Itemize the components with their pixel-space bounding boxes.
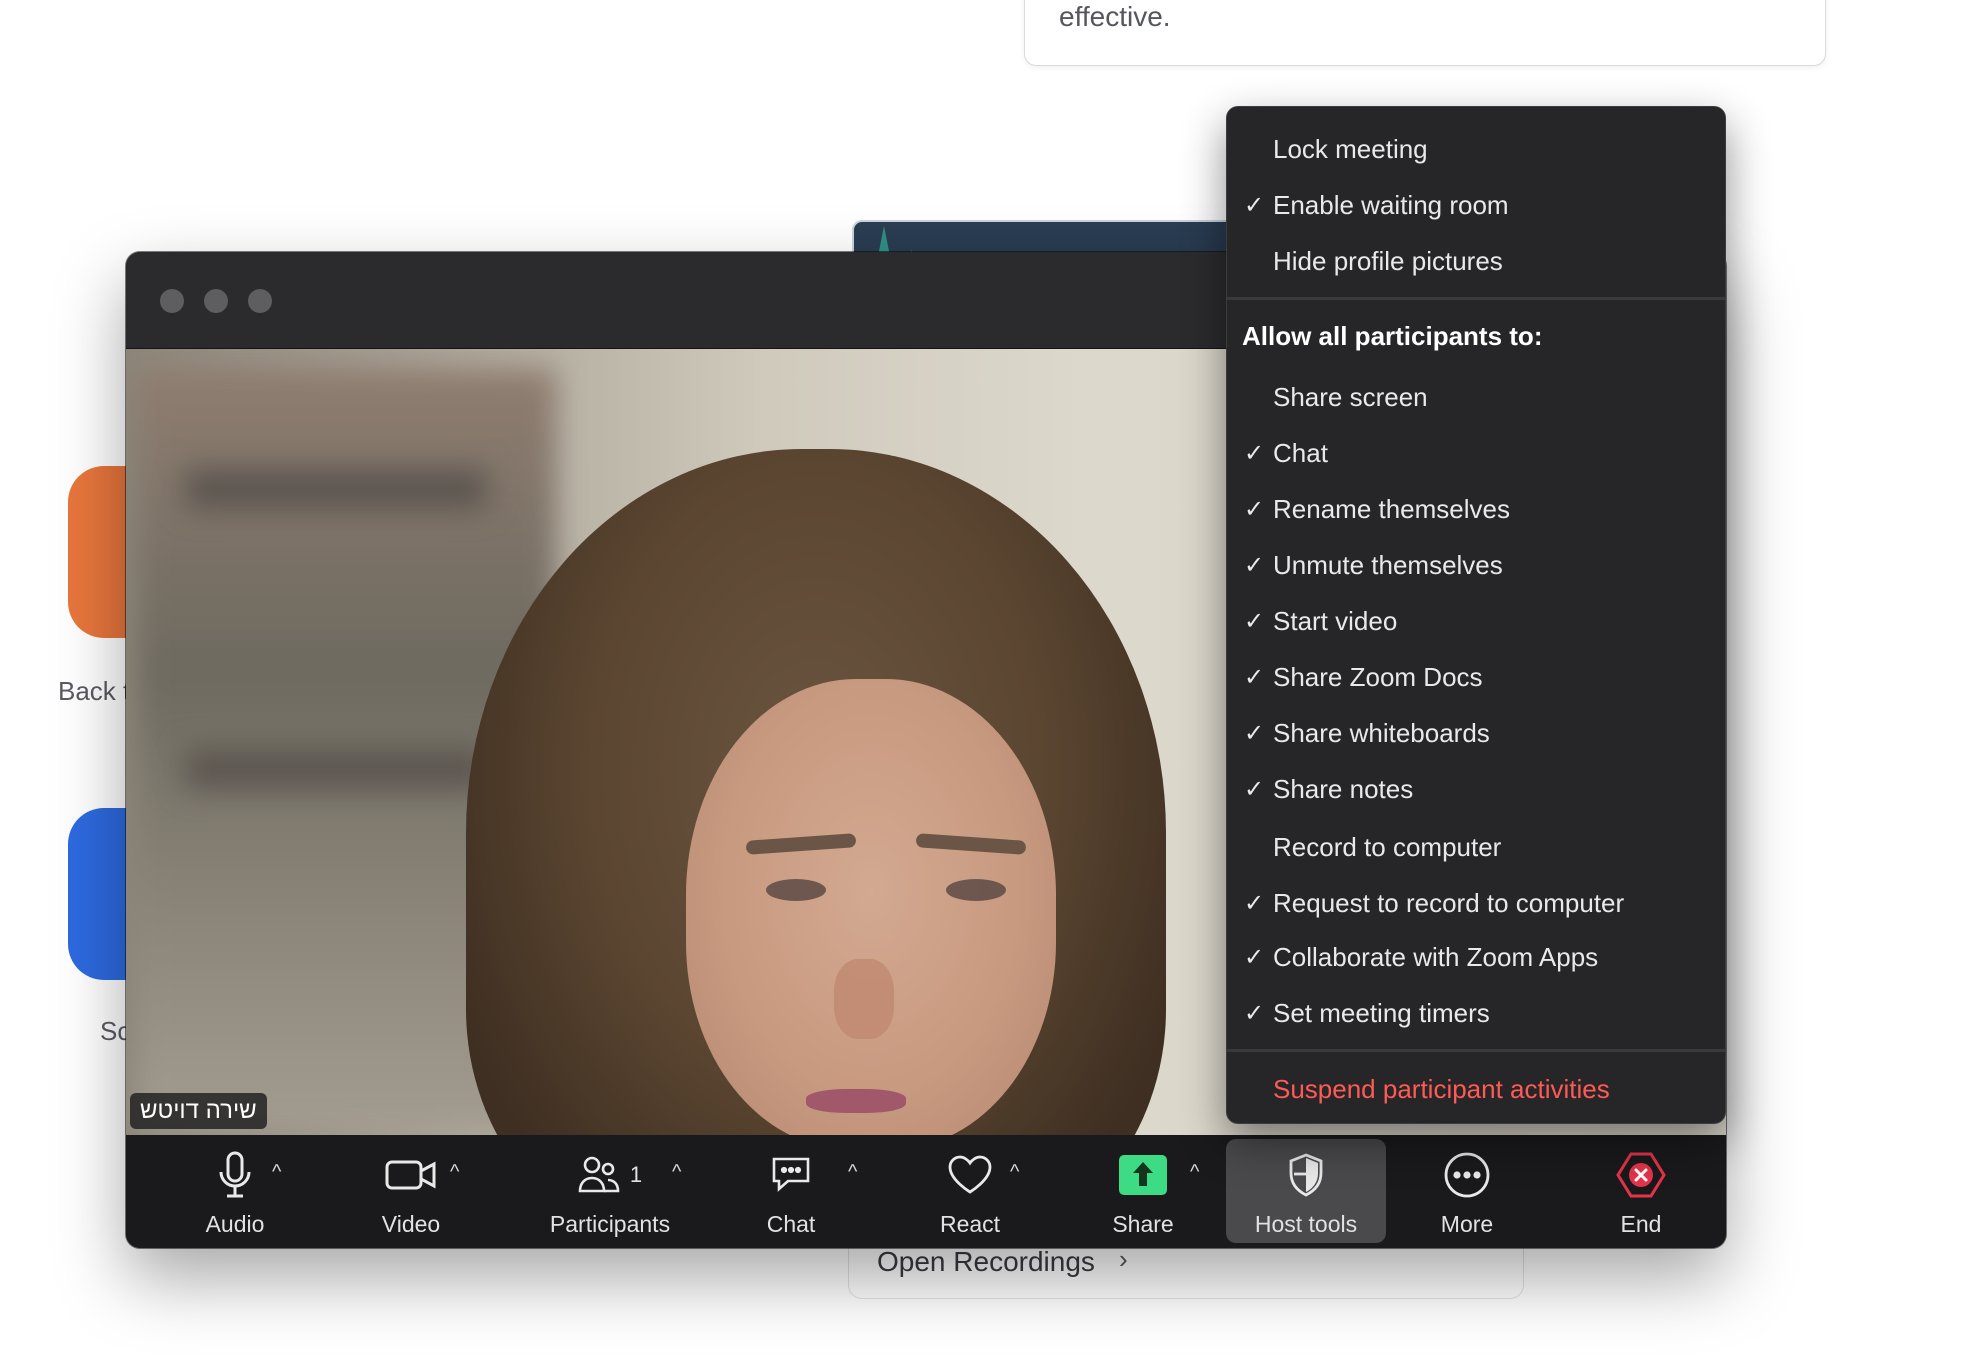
- menu-item-record-to-computer[interactable]: Record to computer: [1227, 821, 1725, 873]
- checkmark-icon: ✓: [1243, 889, 1265, 917]
- video-button[interactable]: Video: [356, 1139, 466, 1243]
- background-card: effective.: [1024, 0, 1826, 66]
- camera-icon: [385, 1160, 436, 1190]
- menu-separator: [1227, 297, 1725, 300]
- react-label: React: [939, 1211, 1001, 1237]
- chevron-right-icon: ›: [1119, 1244, 1128, 1274]
- background-tile-label: Back t: [58, 676, 131, 706]
- menu-item-hide-profile-pictures[interactable]: Hide profile pictures: [1227, 235, 1725, 287]
- menu-item-label: Share screen: [1273, 381, 1428, 412]
- menu-item-share-screen[interactable]: Share screen: [1227, 371, 1725, 423]
- checkmark-icon: ✓: [1243, 607, 1265, 635]
- menu-item-label: Share whiteboards: [1273, 717, 1490, 748]
- share-options-caret[interactable]: ^: [1190, 1161, 1199, 1184]
- participant-name-tag: שירה דויטש: [130, 1093, 267, 1129]
- participants-label: Participants: [549, 1211, 671, 1237]
- microphone-icon: [219, 1151, 251, 1198]
- checkmark-icon: ✓: [1243, 775, 1265, 803]
- menu-item-start-video[interactable]: ✓ Start video: [1227, 595, 1725, 647]
- minimize-window-button[interactable]: [204, 289, 228, 313]
- checkmark-icon: ✓: [1243, 719, 1265, 747]
- chat-icon: [772, 1157, 810, 1192]
- react-button[interactable]: React: [910, 1139, 1030, 1243]
- menu-item-share-zoom-docs[interactable]: ✓ Share Zoom Docs: [1227, 651, 1725, 703]
- menu-item-label: Lock meeting: [1273, 133, 1428, 164]
- menu-item-label: Enable waiting room: [1273, 189, 1509, 220]
- audio-options-caret[interactable]: ^: [272, 1161, 281, 1184]
- checkmark-icon: ✓: [1243, 943, 1265, 971]
- audio-label: Audio: [205, 1211, 265, 1237]
- menu-item-label: Rename themselves: [1273, 493, 1510, 524]
- menu-item-label: Request to record to computer: [1273, 887, 1625, 918]
- participants-count: 1: [629, 1162, 643, 1187]
- video-options-caret[interactable]: ^: [450, 1161, 459, 1184]
- menu-item-suspend-participant-activities[interactable]: Suspend participant activities: [1227, 1063, 1725, 1115]
- share-screen-icon: [1119, 1155, 1167, 1195]
- menu-item-enable-waiting-room[interactable]: ✓ Enable waiting room: [1227, 179, 1725, 231]
- menu-item-label: Record to computer: [1273, 831, 1502, 862]
- participants-icon: [578, 1156, 620, 1193]
- menu-item-collaborate-zoom-apps[interactable]: ✓ Collaborate with Zoom Apps: [1227, 931, 1725, 983]
- menu-item-label: Set meeting timers: [1273, 997, 1490, 1028]
- share-label: Share: [1112, 1211, 1174, 1237]
- checkmark-icon: ✓: [1243, 439, 1265, 467]
- person-face: [686, 679, 1056, 1135]
- menu-separator: [1227, 1049, 1725, 1052]
- more-label: More: [1440, 1211, 1494, 1237]
- end-call-icon: [1616, 1152, 1666, 1198]
- menu-item-request-to-record[interactable]: ✓ Request to record to computer: [1227, 877, 1725, 929]
- host-tools-menu: Lock meeting ✓ Enable waiting room Hide …: [1226, 106, 1726, 1124]
- heart-icon: [948, 1155, 992, 1194]
- host-tools-button[interactable]: Host tools: [1226, 1139, 1386, 1243]
- menu-item-unmute-themselves[interactable]: ✓ Unmute themselves: [1227, 539, 1725, 591]
- checkmark-icon: ✓: [1243, 551, 1265, 579]
- menu-item-rename-themselves[interactable]: ✓ Rename themselves: [1227, 483, 1725, 535]
- checkmark-icon: ✓: [1243, 663, 1265, 691]
- menu-item-label: Suspend participant activities: [1273, 1073, 1610, 1104]
- chat-button[interactable]: Chat: [736, 1139, 846, 1243]
- react-options-caret[interactable]: ^: [1010, 1161, 1019, 1184]
- menu-item-label: Start video: [1273, 605, 1398, 636]
- background-card-text: effective.: [1059, 1, 1171, 32]
- checkmark-icon: ✓: [1243, 495, 1265, 523]
- open-recordings-link[interactable]: Open Recordings: [877, 1246, 1095, 1278]
- more-button[interactable]: More: [1412, 1139, 1522, 1243]
- menu-item-chat[interactable]: ✓ Chat: [1227, 427, 1725, 479]
- checkmark-icon: ✓: [1243, 191, 1265, 219]
- participants-options-caret[interactable]: ^: [672, 1161, 681, 1184]
- more-icon: [1444, 1152, 1490, 1198]
- end-label: End: [1620, 1211, 1662, 1237]
- menu-item-label: Collaborate with Zoom Apps: [1273, 941, 1599, 972]
- meeting-toolbar: Audio ^ Video ^ 1 Participants ^ Chat ^ …: [126, 1135, 1726, 1248]
- chat-label: Chat: [766, 1211, 816, 1237]
- menu-item-label: Hide profile pictures: [1273, 245, 1503, 276]
- menu-item-label: Share notes: [1273, 773, 1414, 804]
- audio-button[interactable]: Audio: [180, 1139, 290, 1243]
- chat-options-caret[interactable]: ^: [848, 1161, 857, 1184]
- menu-item-share-notes[interactable]: ✓ Share notes: [1227, 763, 1725, 815]
- close-window-button[interactable]: [160, 289, 184, 313]
- menu-item-share-whiteboards[interactable]: ✓ Share whiteboards: [1227, 707, 1725, 759]
- menu-item-label: Share Zoom Docs: [1273, 661, 1483, 692]
- checkmark-icon: ✓: [1243, 999, 1265, 1027]
- shield-icon: [1289, 1153, 1323, 1197]
- menu-section-header: Allow all participants to:: [1242, 321, 1543, 351]
- menu-item-set-meeting-timers[interactable]: ✓ Set meeting timers: [1227, 987, 1725, 1039]
- menu-item-lock-meeting[interactable]: Lock meeting: [1227, 123, 1725, 175]
- menu-item-label: Chat: [1273, 437, 1328, 468]
- participants-button[interactable]: 1 Participants: [530, 1139, 690, 1243]
- menu-item-label: Unmute themselves: [1273, 549, 1503, 580]
- host-tools-label: Host tools: [1254, 1211, 1358, 1237]
- end-meeting-button[interactable]: End: [1586, 1139, 1696, 1243]
- share-button[interactable]: Share: [1088, 1139, 1198, 1243]
- zoom-window-button[interactable]: [248, 289, 272, 313]
- video-label: Video: [381, 1211, 441, 1237]
